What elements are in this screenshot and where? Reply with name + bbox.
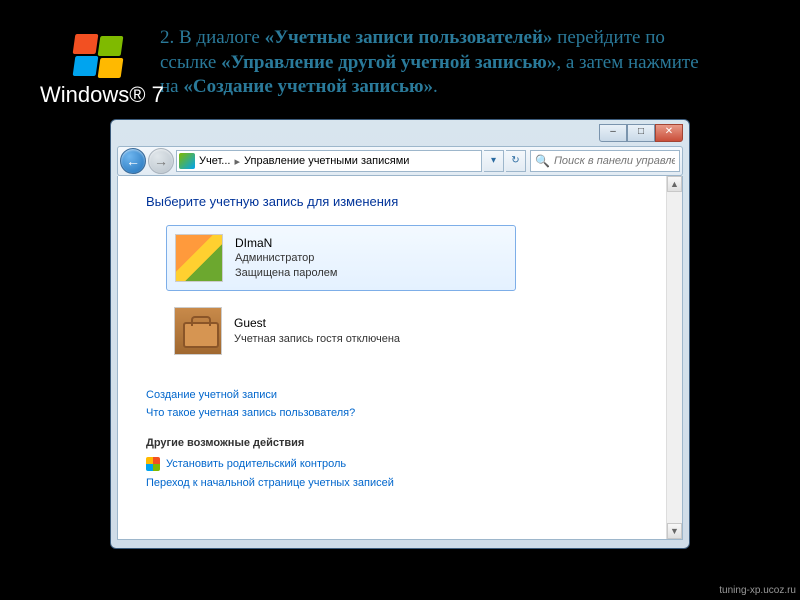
breadcrumb-segment[interactable]: Управление учетными записями — [244, 155, 409, 167]
watermark: tuning-xp.ucoz.ru — [719, 585, 796, 596]
minimize-button[interactable]: – — [599, 124, 627, 142]
search-icon: 🔍 — [535, 154, 550, 168]
content-pane: Выберите учетную запись для изменения DI… — [117, 176, 683, 540]
go-home-link[interactable]: Переход к начальной странице учетных зап… — [146, 477, 654, 489]
page-heading: Выберите учетную запись для изменения — [146, 194, 654, 209]
account-role: Администратор — [235, 251, 337, 266]
account-item-diman[interactable]: DImaN Администратор Защищена паролем — [166, 225, 516, 291]
account-details: Guest Учетная запись гостя отключена — [234, 315, 400, 346]
os-label: Windows® 7 — [40, 82, 164, 108]
caption-bold: «Управление другой учетной записью» — [221, 52, 556, 73]
back-button[interactable]: ← — [120, 148, 146, 174]
link-label: Установить родительский контроль — [166, 458, 346, 470]
other-actions-label: Другие возможные действия — [146, 437, 654, 449]
address-bar[interactable]: Учет... ▸ Управление учетными записями — [176, 150, 482, 172]
control-panel-window: – □ ✕ ← → Учет... ▸ Управление учетными … — [110, 119, 690, 549]
scroll-down-button[interactable]: ▼ — [667, 523, 682, 539]
create-account-link[interactable]: Создание учетной записи — [146, 389, 654, 401]
avatar — [175, 234, 223, 282]
account-name: Guest — [234, 315, 400, 331]
refresh-button[interactable]: ↻ — [506, 150, 526, 172]
address-drop-button[interactable]: ▾ — [484, 150, 504, 172]
scroll-up-button[interactable]: ▲ — [667, 176, 682, 192]
caption-text: . — [433, 76, 438, 97]
titlebar[interactable]: – □ ✕ — [117, 126, 683, 146]
chevron-right-icon: ▸ — [234, 155, 240, 168]
search-box[interactable]: 🔍 — [530, 150, 680, 172]
whatis-account-link[interactable]: Что такое учетная запись пользователя? — [146, 407, 654, 419]
forward-button[interactable]: → — [148, 148, 174, 174]
search-input[interactable] — [554, 155, 675, 167]
maximize-button[interactable]: □ — [627, 124, 655, 142]
breadcrumb-segment[interactable]: Учет... — [199, 155, 230, 167]
caption-text: 2. В диалоге — [160, 27, 265, 48]
account-item-guest[interactable]: Guest Учетная запись гостя отключена — [166, 299, 516, 363]
control-panel-icon — [179, 153, 195, 169]
caption-bold: «Создание учетной записью» — [183, 76, 433, 97]
account-status: Учетная запись гостя отключена — [234, 332, 400, 347]
links-section: Создание учетной записи Что такое учетна… — [146, 389, 654, 489]
shield-icon — [146, 457, 160, 471]
instruction-caption: 2. В диалоге «Учетные записи пользовател… — [160, 26, 720, 100]
account-status: Защищена паролем — [235, 266, 337, 281]
vertical-scrollbar[interactable]: ▲ ▼ — [666, 176, 682, 539]
parental-control-link[interactable]: Установить родительский контроль — [146, 457, 654, 471]
navigation-bar: ← → Учет... ▸ Управление учетными запися… — [117, 146, 683, 176]
windows-logo-icon — [74, 34, 124, 78]
caption-bold: «Учетные записи пользователей» — [265, 27, 553, 48]
account-name: DImaN — [235, 235, 337, 251]
account-details: DImaN Администратор Защищена паролем — [235, 235, 337, 281]
avatar — [174, 307, 222, 355]
close-button[interactable]: ✕ — [655, 124, 683, 142]
